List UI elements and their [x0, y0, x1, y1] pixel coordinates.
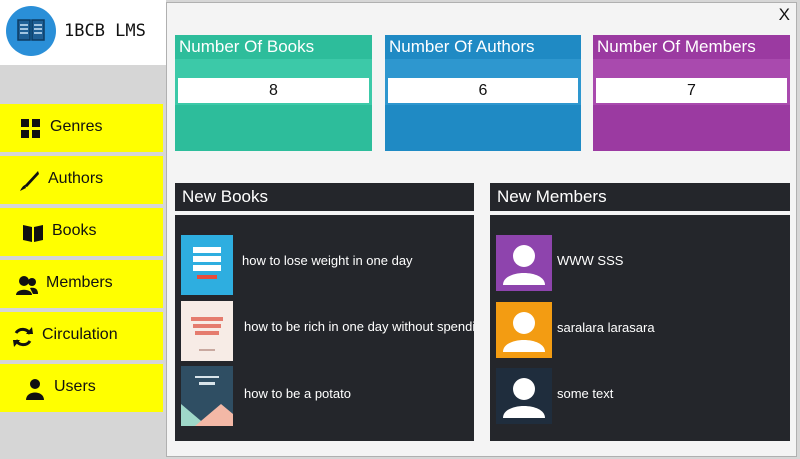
sidebar: 1BCB LMS Genres Authors Books Members Ci…	[0, 0, 166, 459]
app-title: 1BCB LMS	[64, 21, 146, 41]
authors-count-card: Number Of Authors 6	[385, 35, 581, 151]
book-cover-icon	[181, 235, 233, 295]
user-icon	[26, 379, 44, 400]
sidebar-item-label: Books	[52, 222, 97, 239]
sidebar-item-label: Genres	[50, 118, 103, 135]
avatar	[496, 302, 552, 358]
book-title: how to be a potato	[244, 386, 351, 401]
new-books-heading: New Books	[175, 183, 474, 211]
pen-icon	[20, 171, 39, 191]
members-count-card: Number Of Members 7	[593, 35, 790, 151]
books-count-card: Number Of Books 8	[175, 35, 372, 151]
close-button[interactable]: X	[779, 5, 790, 25]
new-members-list: WWW SSS saralara larasara some text	[490, 215, 790, 441]
sidebar-item-genres[interactable]: Genres	[0, 104, 163, 152]
new-members-heading: New Members	[490, 183, 790, 211]
books-count-title: Number Of Books	[179, 37, 315, 56]
refresh-icon	[13, 327, 33, 347]
book-open-icon	[23, 225, 43, 242]
member-name: saralara larasara	[557, 320, 655, 335]
sidebar-item-circulation[interactable]: Circulation	[0, 312, 163, 360]
users-icon	[16, 276, 38, 295]
grid-icon	[21, 119, 40, 138]
members-count-title: Number Of Members	[597, 37, 756, 56]
sidebar-item-authors[interactable]: Authors	[0, 156, 163, 204]
member-name: some text	[557, 386, 614, 401]
sidebar-item-users[interactable]: Users	[0, 364, 163, 412]
avatar	[496, 235, 552, 291]
sidebar-item-label: Users	[54, 378, 96, 395]
authors-count-value: 6	[388, 78, 578, 103]
sidebar-item-books[interactable]: Books	[0, 208, 163, 256]
sidebar-item-label: Circulation	[42, 326, 118, 343]
member-name: WWW SSS	[557, 253, 624, 268]
sidebar-item-label: Authors	[48, 170, 104, 187]
book-title: how to lose weight in one day	[242, 253, 413, 268]
book-cover-icon	[181, 366, 233, 426]
books-count-value: 8	[178, 78, 369, 103]
authors-count-title: Number Of Authors	[389, 37, 535, 56]
members-count-value: 7	[596, 78, 787, 103]
sidebar-item-members[interactable]: Members	[0, 260, 163, 308]
sidebar-item-label: Members	[46, 274, 113, 291]
book-cover-icon	[181, 301, 233, 361]
dashboard-panel: X Number Of Books 8 Number Of Authors 6 …	[166, 2, 797, 457]
logo-bar: 1BCB LMS	[0, 0, 166, 65]
new-books-list: how to lose weight in one day how to be …	[175, 215, 474, 441]
book-title: how to be rich in one day without spendi…	[244, 319, 474, 334]
logo-book-icon	[6, 6, 56, 56]
avatar	[496, 368, 552, 424]
